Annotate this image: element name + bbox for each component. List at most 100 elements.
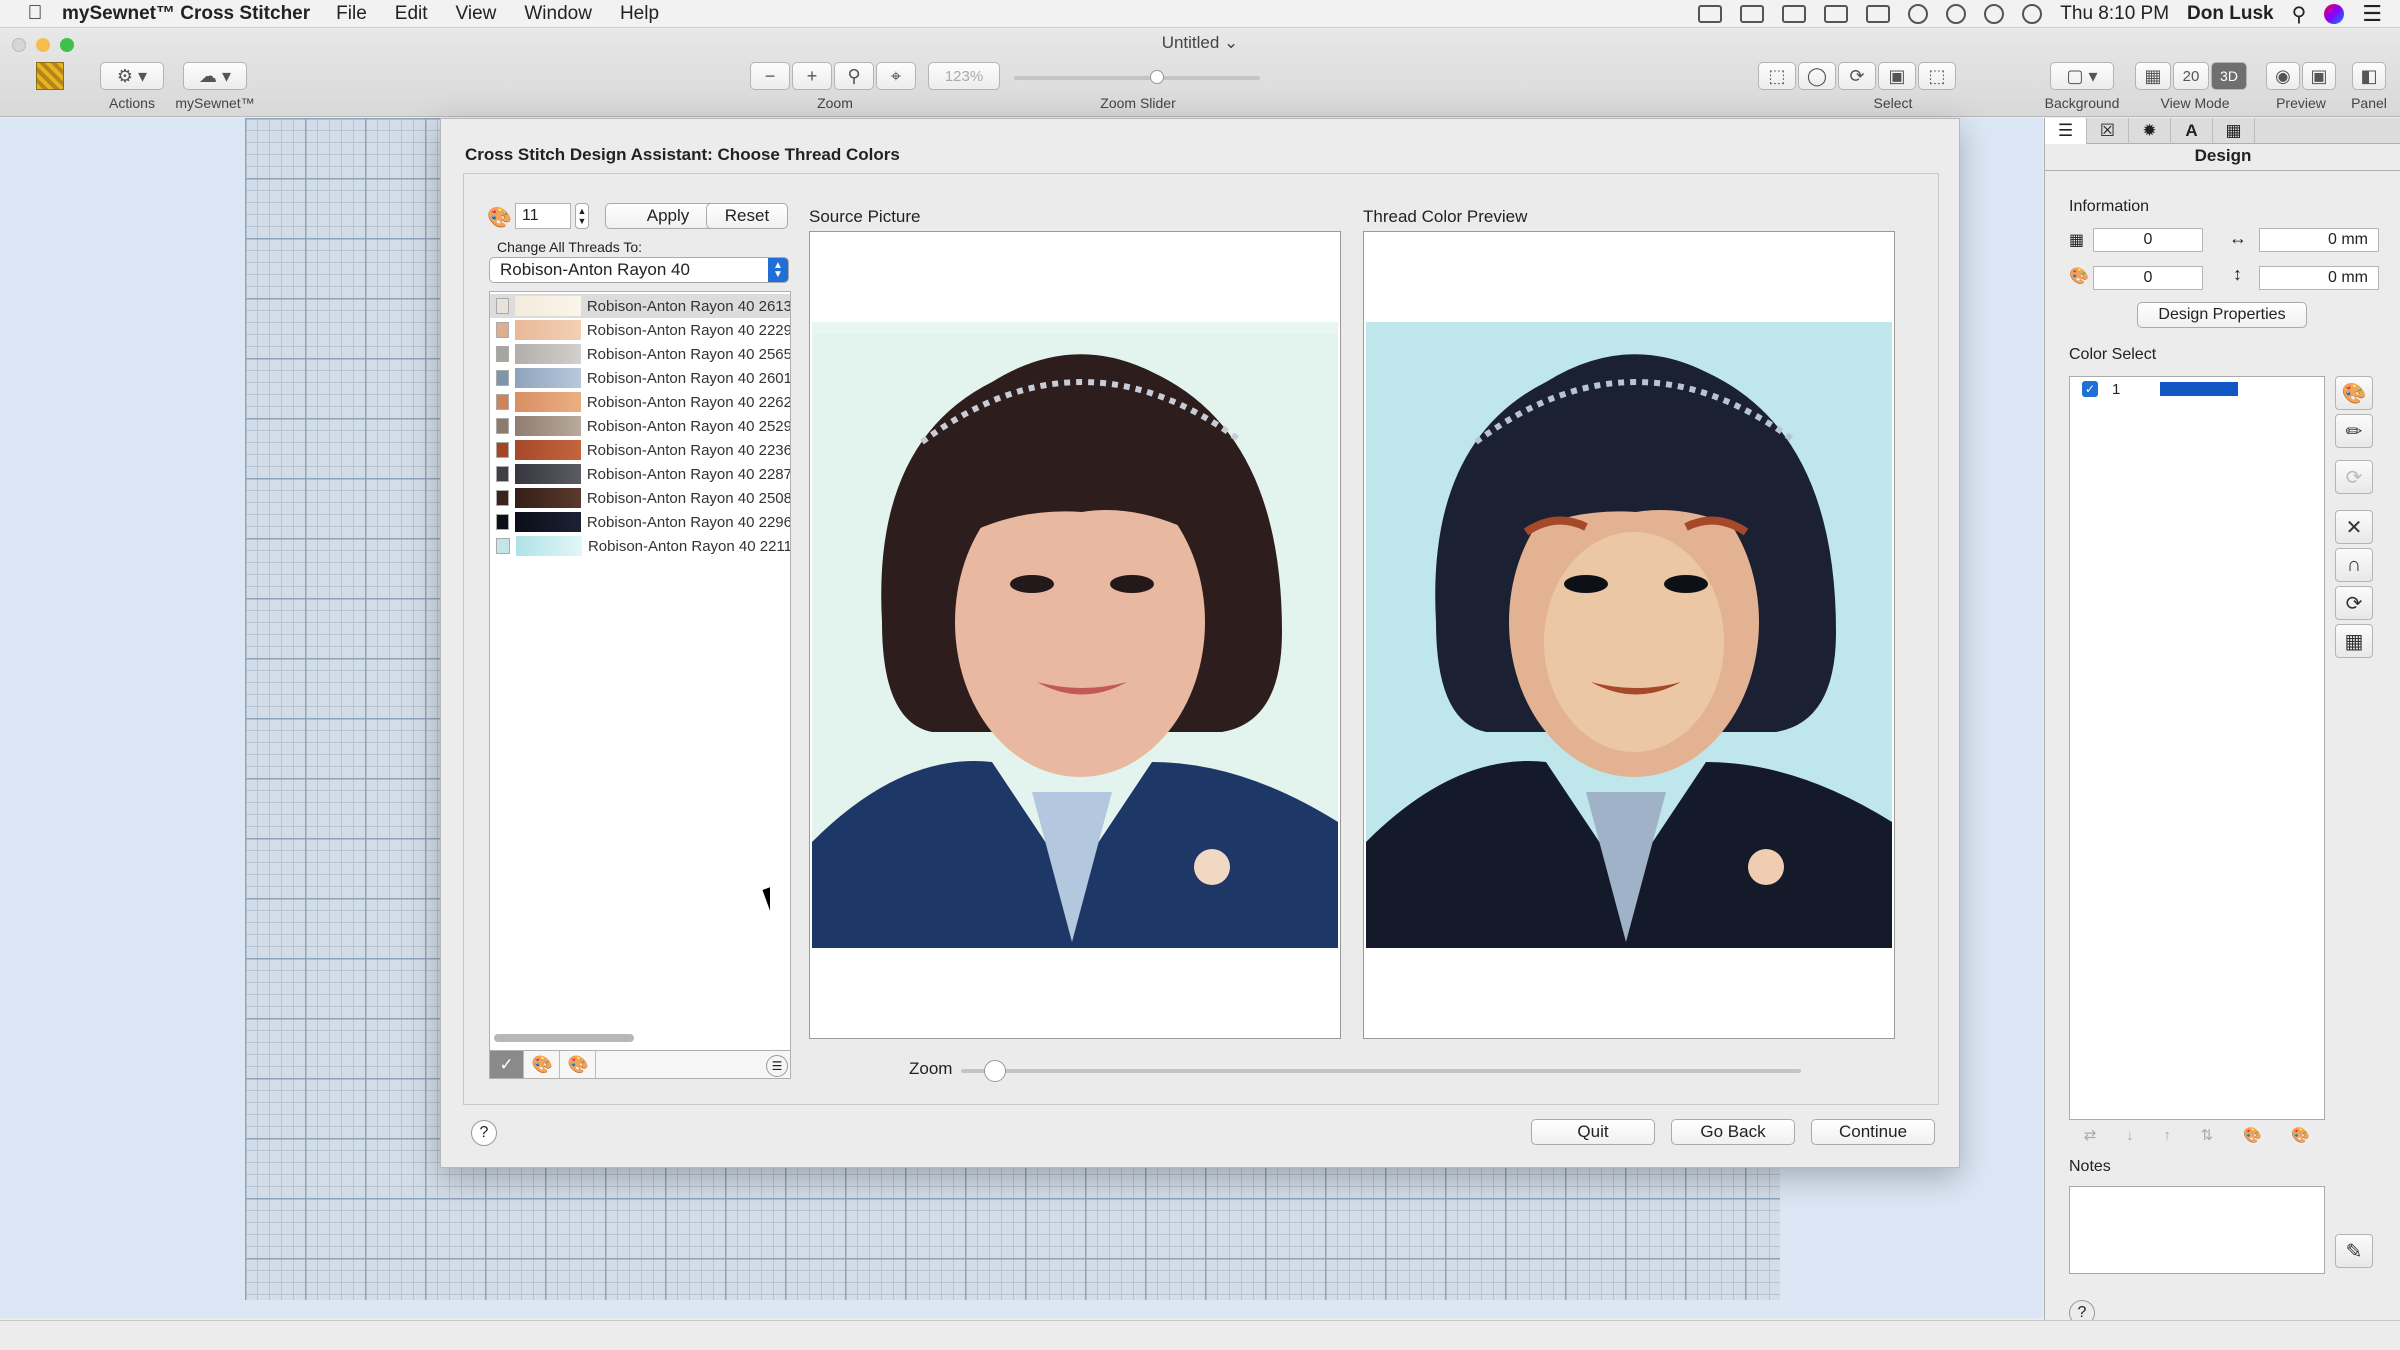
swap-color-icon[interactable]: ⇄ — [2084, 1126, 2097, 1144]
thread-row[interactable]: Robison-Anton Rayon 40 2211 — [490, 534, 790, 558]
eyedropper-icon[interactable]: ✓ — [490, 1051, 524, 1078]
thread-row[interactable]: Robison-Anton Rayon 40 2262 — [490, 390, 790, 414]
status-icon-4[interactable] — [1824, 5, 1849, 23]
thread-list-scrollbar[interactable] — [494, 1034, 634, 1042]
status-icon-2[interactable] — [1740, 5, 1765, 23]
quit-button[interactable]: Quit — [1531, 1119, 1655, 1145]
thread-row[interactable]: Robison-Anton Rayon 40 2565 — [490, 342, 790, 366]
view-mode-3d-button[interactable]: 3D — [2211, 62, 2247, 90]
thread-name: Robison-Anton Rayon 40 2287 — [586, 465, 791, 483]
menu-window[interactable]: Window — [524, 3, 592, 25]
notes-field[interactable] — [2069, 1186, 2325, 1274]
bluetooth-icon[interactable] — [1946, 4, 1967, 24]
color-count-display: 0 — [2093, 266, 2203, 290]
wifi-icon[interactable] — [1984, 4, 2005, 24]
siri-icon[interactable] — [2324, 4, 2345, 24]
width-field: 0 mm — [2259, 228, 2379, 252]
view-mode-grid-button[interactable]: ▦ — [2135, 62, 2171, 90]
move-up-icon[interactable]: ↑ — [2163, 1127, 2171, 1144]
color-row[interactable]: ✓ 1 — [2070, 377, 2324, 401]
preview-zoom-slider[interactable] — [961, 1069, 1801, 1073]
zoom-to-fit-button[interactable]: ⚲ — [834, 62, 874, 90]
thread-row[interactable]: Robison-Anton Rayon 40 2613 — [490, 294, 791, 318]
change-all-label: Change All Threads To: — [497, 239, 643, 255]
thread-name: Robison-Anton Rayon 40 2613 — [586, 297, 791, 315]
reset-button[interactable]: Reset — [706, 203, 788, 229]
preview-window-button[interactable]: ▣ — [2302, 62, 2336, 90]
apple-icon[interactable]:  — [22, 1, 48, 27]
help-button[interactable]: ? — [471, 1120, 497, 1146]
menu-help[interactable]: Help — [620, 3, 659, 25]
add-color-icon[interactable]: 🎨 — [2335, 376, 2373, 410]
thread-row[interactable]: Robison-Anton Rayon 40 2296 — [490, 510, 790, 534]
thread-brand-select[interactable]: Robison-Anton Rayon 40 ▲ ▼ — [489, 257, 789, 283]
stitch-icon[interactable]: ☒ — [2087, 118, 2129, 144]
thread-row[interactable]: Robison-Anton Rayon 40 2236 — [490, 438, 790, 462]
zoom-out-button[interactable]: − — [750, 62, 790, 90]
thread-row[interactable]: Robison-Anton Rayon 40 2601 — [490, 366, 790, 390]
go-back-button[interactable]: Go Back — [1671, 1119, 1795, 1145]
panel-toggle-button[interactable]: ◧ — [2352, 62, 2386, 90]
spotlight-icon[interactable]: ⚲ — [2292, 2, 2307, 27]
user-name[interactable]: Don Lusk — [2187, 3, 2274, 25]
fill-pattern-icon[interactable]: ▦ — [2335, 624, 2373, 658]
rectangle-select-button[interactable]: ⬚ — [1758, 62, 1796, 90]
color-count-field[interactable]: 11 — [515, 203, 571, 229]
select-all-button[interactable]: ▣ — [1878, 62, 1916, 90]
thread-row[interactable]: Robison-Anton Rayon 40 2529 — [490, 414, 790, 438]
clock[interactable]: Thu 8:10 PM — [2060, 3, 2169, 25]
rotate-select-button[interactable]: ⟳ — [1838, 62, 1876, 90]
menu-edit[interactable]: Edit — [395, 3, 428, 25]
menu-file[interactable]: File — [336, 3, 367, 25]
menu-bar:  mySewnet™ Cross Stitcher File Edit Vie… — [0, 0, 2400, 28]
mysewnet-button[interactable]: ☁ ▾ — [183, 62, 247, 90]
merge-color-icon[interactable]: 🎨 — [2243, 1126, 2262, 1144]
color-checkbox[interactable]: ✓ — [2082, 381, 2098, 397]
backstitch-tool-icon[interactable]: ∩ — [2335, 548, 2373, 582]
cross-stitch-tool-icon[interactable]: ✕ — [2335, 510, 2373, 544]
deselect-button[interactable]: ⬚ — [1918, 62, 1956, 90]
list-icon[interactable]: ☰ — [2045, 118, 2087, 144]
thread-row[interactable]: Robison-Anton Rayon 40 2229 — [490, 318, 790, 342]
time-machine-icon[interactable] — [1908, 4, 1929, 24]
menu-view[interactable]: View — [456, 3, 497, 25]
preview-zoom-slider-knob[interactable] — [983, 1060, 1006, 1082]
edit-notes-icon[interactable]: ✎ — [2335, 1234, 2373, 1268]
continue-button[interactable]: Continue — [1811, 1119, 1935, 1145]
airplay-icon[interactable] — [1866, 5, 1891, 23]
actions-button[interactable]: ⚙ ▾ — [100, 62, 164, 90]
thread-row[interactable]: Robison-Anton Rayon 40 2287 — [490, 462, 791, 486]
thread-row[interactable]: Robison-Anton Rayon 40 2508 — [490, 486, 790, 510]
eyedropper-tool-icon[interactable]: ✏ — [2335, 414, 2373, 448]
palette-merge-icon[interactable]: 🎨 — [562, 1051, 596, 1078]
background-button[interactable]: ▢ ▾ — [2050, 62, 2114, 90]
list-options-icon[interactable]: ☰ — [766, 1055, 788, 1077]
status-icon-3[interactable] — [1782, 5, 1807, 23]
color-select-list[interactable]: ✓ 1 — [2069, 376, 2325, 1120]
view-mode-2d-button[interactable]: 20 — [2173, 62, 2209, 90]
status-icon-1[interactable] — [1698, 5, 1723, 23]
move-down-icon[interactable]: ↓ — [2126, 1127, 2134, 1144]
spiral-tool-icon[interactable]: ⟳ — [2335, 586, 2373, 620]
preview-realistic-button[interactable]: ◉ — [2266, 62, 2300, 90]
volume-icon[interactable] — [2022, 4, 2043, 24]
design-properties-button[interactable]: Design Properties — [2137, 302, 2307, 328]
color-count-stepper[interactable]: ▲ ▼ — [575, 203, 589, 229]
zoom-to-selection-button[interactable]: ⌖ — [876, 62, 916, 90]
app-menu[interactable]: mySewnet™ Cross Stitcher — [62, 3, 310, 25]
palette-edit-icon[interactable]: 🎨 — [526, 1051, 560, 1078]
zoom-slider-knob[interactable] — [1149, 70, 1164, 84]
notification-center-icon[interactable]: ☰ — [2362, 1, 2382, 27]
zoom-percent-field[interactable]: 123% — [928, 62, 1000, 90]
sort-icon[interactable]: ⇅ — [2201, 1126, 2214, 1144]
zoom-slider[interactable] — [1014, 76, 1260, 80]
pattern-icon[interactable]: ▦ — [2213, 118, 2255, 144]
rotate-90-icon[interactable]: ⟳ — [2335, 460, 2373, 494]
zoom-in-button[interactable]: + — [792, 62, 832, 90]
view-mode-label: View Mode — [2160, 95, 2230, 111]
dots-icon[interactable]: ✹ — [2129, 118, 2171, 144]
thread-list[interactable]: Robison-Anton Rayon 40 2613 Robison-Anton… — [489, 291, 791, 1079]
remove-color-icon[interactable]: 🎨 — [2291, 1126, 2310, 1144]
text-icon[interactable]: A — [2171, 118, 2213, 144]
lasso-select-button[interactable]: ◯ — [1798, 62, 1836, 90]
